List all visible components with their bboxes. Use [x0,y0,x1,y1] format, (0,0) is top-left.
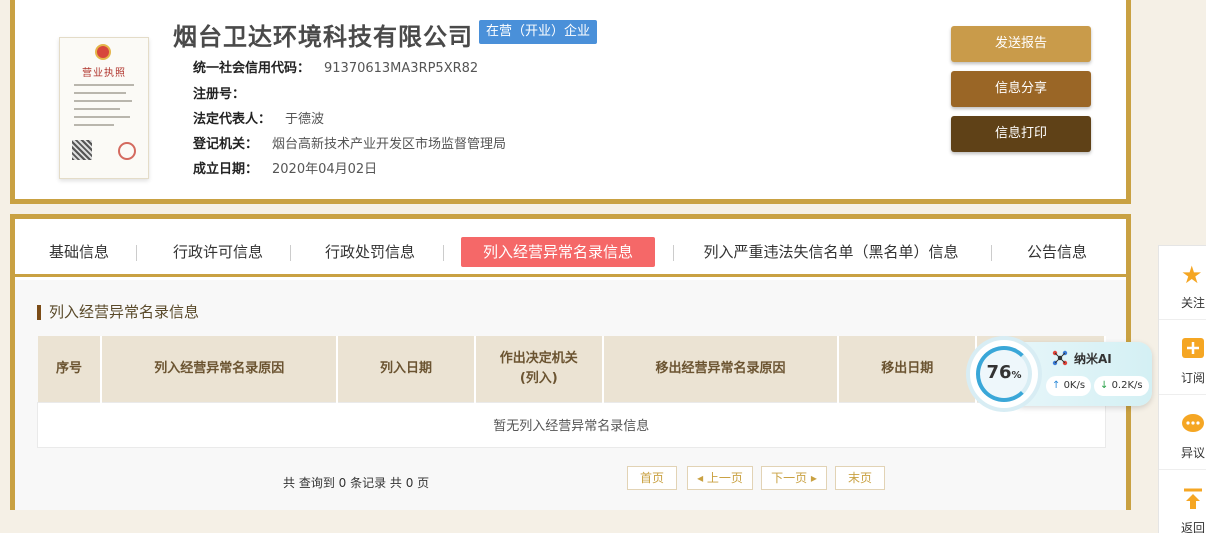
chat-icon [1181,412,1206,438]
upload-speed: ↑ 0K/s [1046,376,1092,396]
company-card: 营业执照 烟台卫达环境科技有限公司 在营（开业）企业 统一社会信用代码： 9137… [10,0,1131,204]
pagination-summary: 共 查询到 0 条记录 共 0 页 [283,476,430,490]
section-title: 列入经营异常名录信息 [37,305,199,320]
tab-penalty[interactable]: 行政处罚信息 [315,237,425,267]
ai-speed-widget[interactable]: 76% 纳米AI ↑ 0K/s ↓ 0.2K/s [970,340,1152,408]
seal-icon [118,142,136,160]
business-license-image[interactable]: 营业执照 [59,37,149,179]
plus-icon [1181,337,1206,363]
last-page-button[interactable]: 末页 [835,466,885,490]
qr-code-icon [72,140,92,160]
usage-gauge: 76% [970,340,1038,408]
chevron-right-icon: ▸ [807,471,817,485]
sidebar-item-back-top[interactable]: 返回 [1159,471,1206,533]
empty-message: 暂无列入经营异常名录信息 [37,401,1106,448]
tab-bar: 基础信息 行政许可信息 行政处罚信息 列入经营异常名录信息 列入严重违法失信名单… [15,219,1126,277]
tab-license[interactable]: 行政许可信息 [163,237,273,267]
download-arrow-icon: ↓ [1100,380,1112,391]
table-row: 暂无列入经营异常名录信息 [37,401,1106,448]
upload-arrow-icon: ↑ [1052,380,1064,391]
abnormal-table: 序号 列入经营异常名录原因 列入日期 作出决定机关 (列入) 移出经营异常名录原… [37,336,1106,448]
tab-divider [443,245,444,261]
sidebar-item-objection[interactable]: 异议 [1159,396,1206,470]
info-register-no: 注册号： [193,87,246,102]
license-title: 营业执照 [82,68,126,79]
prev-page-button[interactable]: ◂ 上一页 [687,466,753,490]
tab-divider [991,245,992,261]
star-icon: ★ [1181,261,1203,289]
info-legal-rep: 法定代表人： 于德波 [193,112,325,127]
info-authority: 登记机关： 烟台高新技术产业开发区市场监督管理局 [193,137,507,152]
sidebar-item-subscribe[interactable]: 订阅 [1159,321,1206,395]
chevron-left-icon: ◂ [697,471,707,485]
next-page-button[interactable]: 下一页 ▸ [761,466,827,490]
tab-card: 基础信息 行政许可信息 行政处罚信息 列入经营异常名录信息 列入严重违法失信名单… [10,214,1131,510]
arrow-up-icon [1181,487,1206,513]
ai-name: 纳米AI [1074,352,1112,366]
right-sidebar: ★ 关注 订阅 异议 返回 [1158,245,1206,533]
col-date-in: 列入日期 [337,336,476,402]
info-credit-code: 统一社会信用代码： 91370613MA3RP5XR82 [193,61,479,76]
col-authority-in: 作出决定机关 (列入) [474,336,604,402]
first-page-button[interactable]: 首页 [627,466,677,490]
tab-divider [290,245,291,261]
national-emblem-icon [95,44,111,60]
share-info-button[interactable]: 信息分享 [951,71,1091,107]
tab-abnormal[interactable]: 列入经营异常名录信息 [461,237,655,267]
tab-content: 列入经营异常名录信息 序号 列入经营异常名录原因 列入日期 作出决定机关 (列入… [15,280,1126,510]
tab-basic[interactable]: 基础信息 [39,237,119,267]
info-established: 成立日期： 2020年04月02日 [193,162,378,177]
nano-ai-logo-icon [1052,350,1068,366]
col-date-out: 移出日期 [838,336,978,402]
tab-divider [136,245,137,261]
col-reason-in: 列入经营异常名录原因 [101,336,339,402]
tab-divider [673,245,674,261]
tab-blacklist[interactable]: 列入严重违法失信名单（黑名单）信息 [691,237,971,267]
sidebar-item-follow[interactable]: ★ 关注 [1159,246,1206,320]
col-index: 序号 [37,336,103,402]
print-info-button[interactable]: 信息打印 [951,116,1091,152]
send-report-button[interactable]: 发送报告 [951,26,1091,62]
col-reason-out: 移出经营异常名录原因 [602,336,840,402]
table-header-row: 序号 列入经营异常名录原因 列入日期 作出决定机关 (列入) 移出经营异常名录原… [37,336,1106,402]
tab-announcement[interactable]: 公告信息 [1017,237,1097,267]
usage-percent: 76 [986,362,1012,383]
download-speed: ↓ 0.2K/s [1094,376,1149,396]
company-name: 烟台卫达环境科技有限公司 [173,23,473,51]
status-badge: 在营（开业）企业 [479,20,598,44]
